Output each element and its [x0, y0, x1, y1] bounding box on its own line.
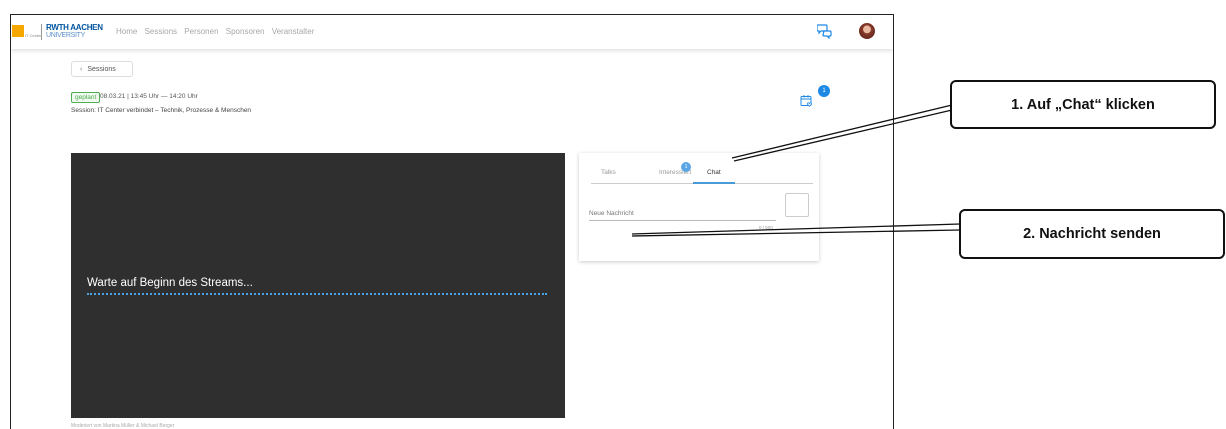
arrow-to-chat-tab-2	[733, 109, 953, 162]
arrow-to-chat-tab-1	[731, 104, 953, 159]
callout-step-2: 2. Nachricht senden	[959, 209, 1225, 259]
callout-step-1: 1. Auf „Chat“ klicken	[950, 80, 1216, 129]
